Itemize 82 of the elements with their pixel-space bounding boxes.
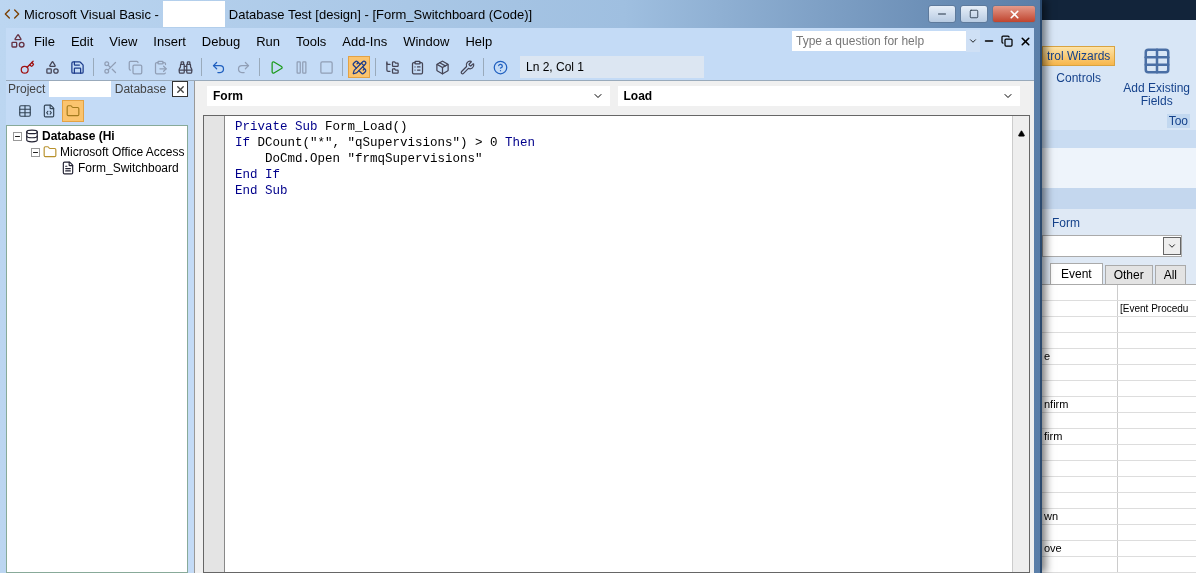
copy-icon xyxy=(127,59,143,75)
selection-label: Form xyxy=(1052,216,1080,231)
app-icon xyxy=(4,6,20,22)
tree-item[interactable]: Database (Hi xyxy=(42,129,115,143)
binoculars-icon xyxy=(177,59,193,75)
scrollbar[interactable] xyxy=(1012,116,1029,572)
add-fields-button[interactable]: Add Existing Fields xyxy=(1123,81,1191,108)
menu-item[interactable]: Help xyxy=(457,33,501,49)
selection-dropdown[interactable] xyxy=(1042,235,1182,257)
play-icon xyxy=(268,59,284,75)
wrench-icon xyxy=(459,59,475,75)
code-line: If DCount("*", "qSupervisions") > 0 Then xyxy=(235,135,537,151)
menu-item[interactable]: Debug xyxy=(193,33,249,49)
property-name: ove xyxy=(1042,541,1118,556)
code-line: Private Sub Form_Load() xyxy=(235,119,409,135)
menu-item[interactable]: Insert xyxy=(145,33,194,49)
menu-item[interactable]: Tools xyxy=(288,33,335,49)
folder-tree-icon xyxy=(384,59,400,75)
help-search-field[interactable]: Type a question for help xyxy=(792,31,966,51)
menu-item[interactable]: View xyxy=(101,33,146,49)
ruler-pencil-icon xyxy=(351,59,367,75)
shapes-icon xyxy=(44,59,60,75)
undo-icon xyxy=(210,59,226,75)
maximize-button[interactable] xyxy=(960,5,988,23)
scroll-up-arrow-icon[interactable] xyxy=(1017,129,1025,137)
close-icon xyxy=(1007,7,1021,21)
code-line: End Sub xyxy=(235,183,289,199)
minimize-button[interactable] xyxy=(928,5,956,23)
group-label: Controls xyxy=(1056,71,1101,85)
redo-icon xyxy=(235,59,251,75)
stop-icon xyxy=(318,59,334,75)
property-name: nfirm xyxy=(1042,397,1118,412)
group-label: Too xyxy=(1166,113,1191,128)
toolbar-button[interactable] xyxy=(348,56,370,78)
property-tab[interactable]: All xyxy=(1154,265,1187,284)
folder-icon xyxy=(43,145,57,159)
close-icon xyxy=(1018,34,1032,48)
window-title: Database Test [design] - [Form_Switchboard (Code)] xyxy=(228,6,533,22)
menu-item[interactable]: Window xyxy=(395,33,458,49)
property-name: e xyxy=(1042,349,1118,364)
menu-item[interactable]: File xyxy=(26,33,63,49)
cursor-position: Ln 2, Col 1 xyxy=(520,56,704,78)
form-icon xyxy=(61,161,75,175)
table-icon xyxy=(18,104,32,118)
tree-item[interactable]: Form_Switchboard xyxy=(78,161,179,175)
procedure-dropdown[interactable]: Load xyxy=(617,86,1020,106)
database-icon xyxy=(25,129,39,143)
scissors-icon xyxy=(102,59,118,75)
maximize-icon xyxy=(969,9,979,19)
save-icon xyxy=(69,59,85,75)
close-icon xyxy=(174,83,186,95)
property-tab[interactable]: Event xyxy=(1050,263,1103,284)
package-icon xyxy=(434,59,450,75)
property-tab[interactable]: Other xyxy=(1104,265,1153,284)
menu-item[interactable]: Edit xyxy=(62,33,102,49)
window-title: Microsoft Visual Basic - xyxy=(24,6,159,22)
key-icon xyxy=(19,59,35,75)
paste-icon xyxy=(152,59,168,75)
restore-button[interactable] xyxy=(998,32,1016,50)
collapse-toggle[interactable] xyxy=(13,131,22,141)
help-icon xyxy=(492,59,508,75)
code-line: End If xyxy=(235,167,281,183)
tree-item[interactable]: Microsoft Office Access xyxy=(60,145,185,159)
collapse-toggle[interactable] xyxy=(31,147,40,157)
clipboard-icon xyxy=(409,59,425,75)
redaction-block xyxy=(162,1,225,27)
pause-icon xyxy=(293,59,309,75)
redaction-block xyxy=(49,81,111,97)
property-name: wn xyxy=(1042,509,1118,524)
menu-item[interactable]: Run xyxy=(248,33,288,49)
code-file-icon xyxy=(42,104,56,118)
property-name: firm xyxy=(1042,429,1118,444)
menu-item[interactable]: Add-Ins xyxy=(334,33,396,49)
control-wizards-button[interactable]: trol Wizards xyxy=(1042,45,1116,66)
code-line: DoCmd.Open "frmqSupervisions" xyxy=(264,151,484,167)
object-dropdown[interactable]: Form xyxy=(207,86,610,106)
folder-icon xyxy=(66,104,80,118)
pane-title: Database xyxy=(113,82,168,96)
pane-title: Project xyxy=(7,82,47,96)
property-value[interactable]: [Event Procedu xyxy=(1118,301,1196,316)
restore-icon xyxy=(1001,35,1013,47)
close-button[interactable] xyxy=(172,81,188,97)
